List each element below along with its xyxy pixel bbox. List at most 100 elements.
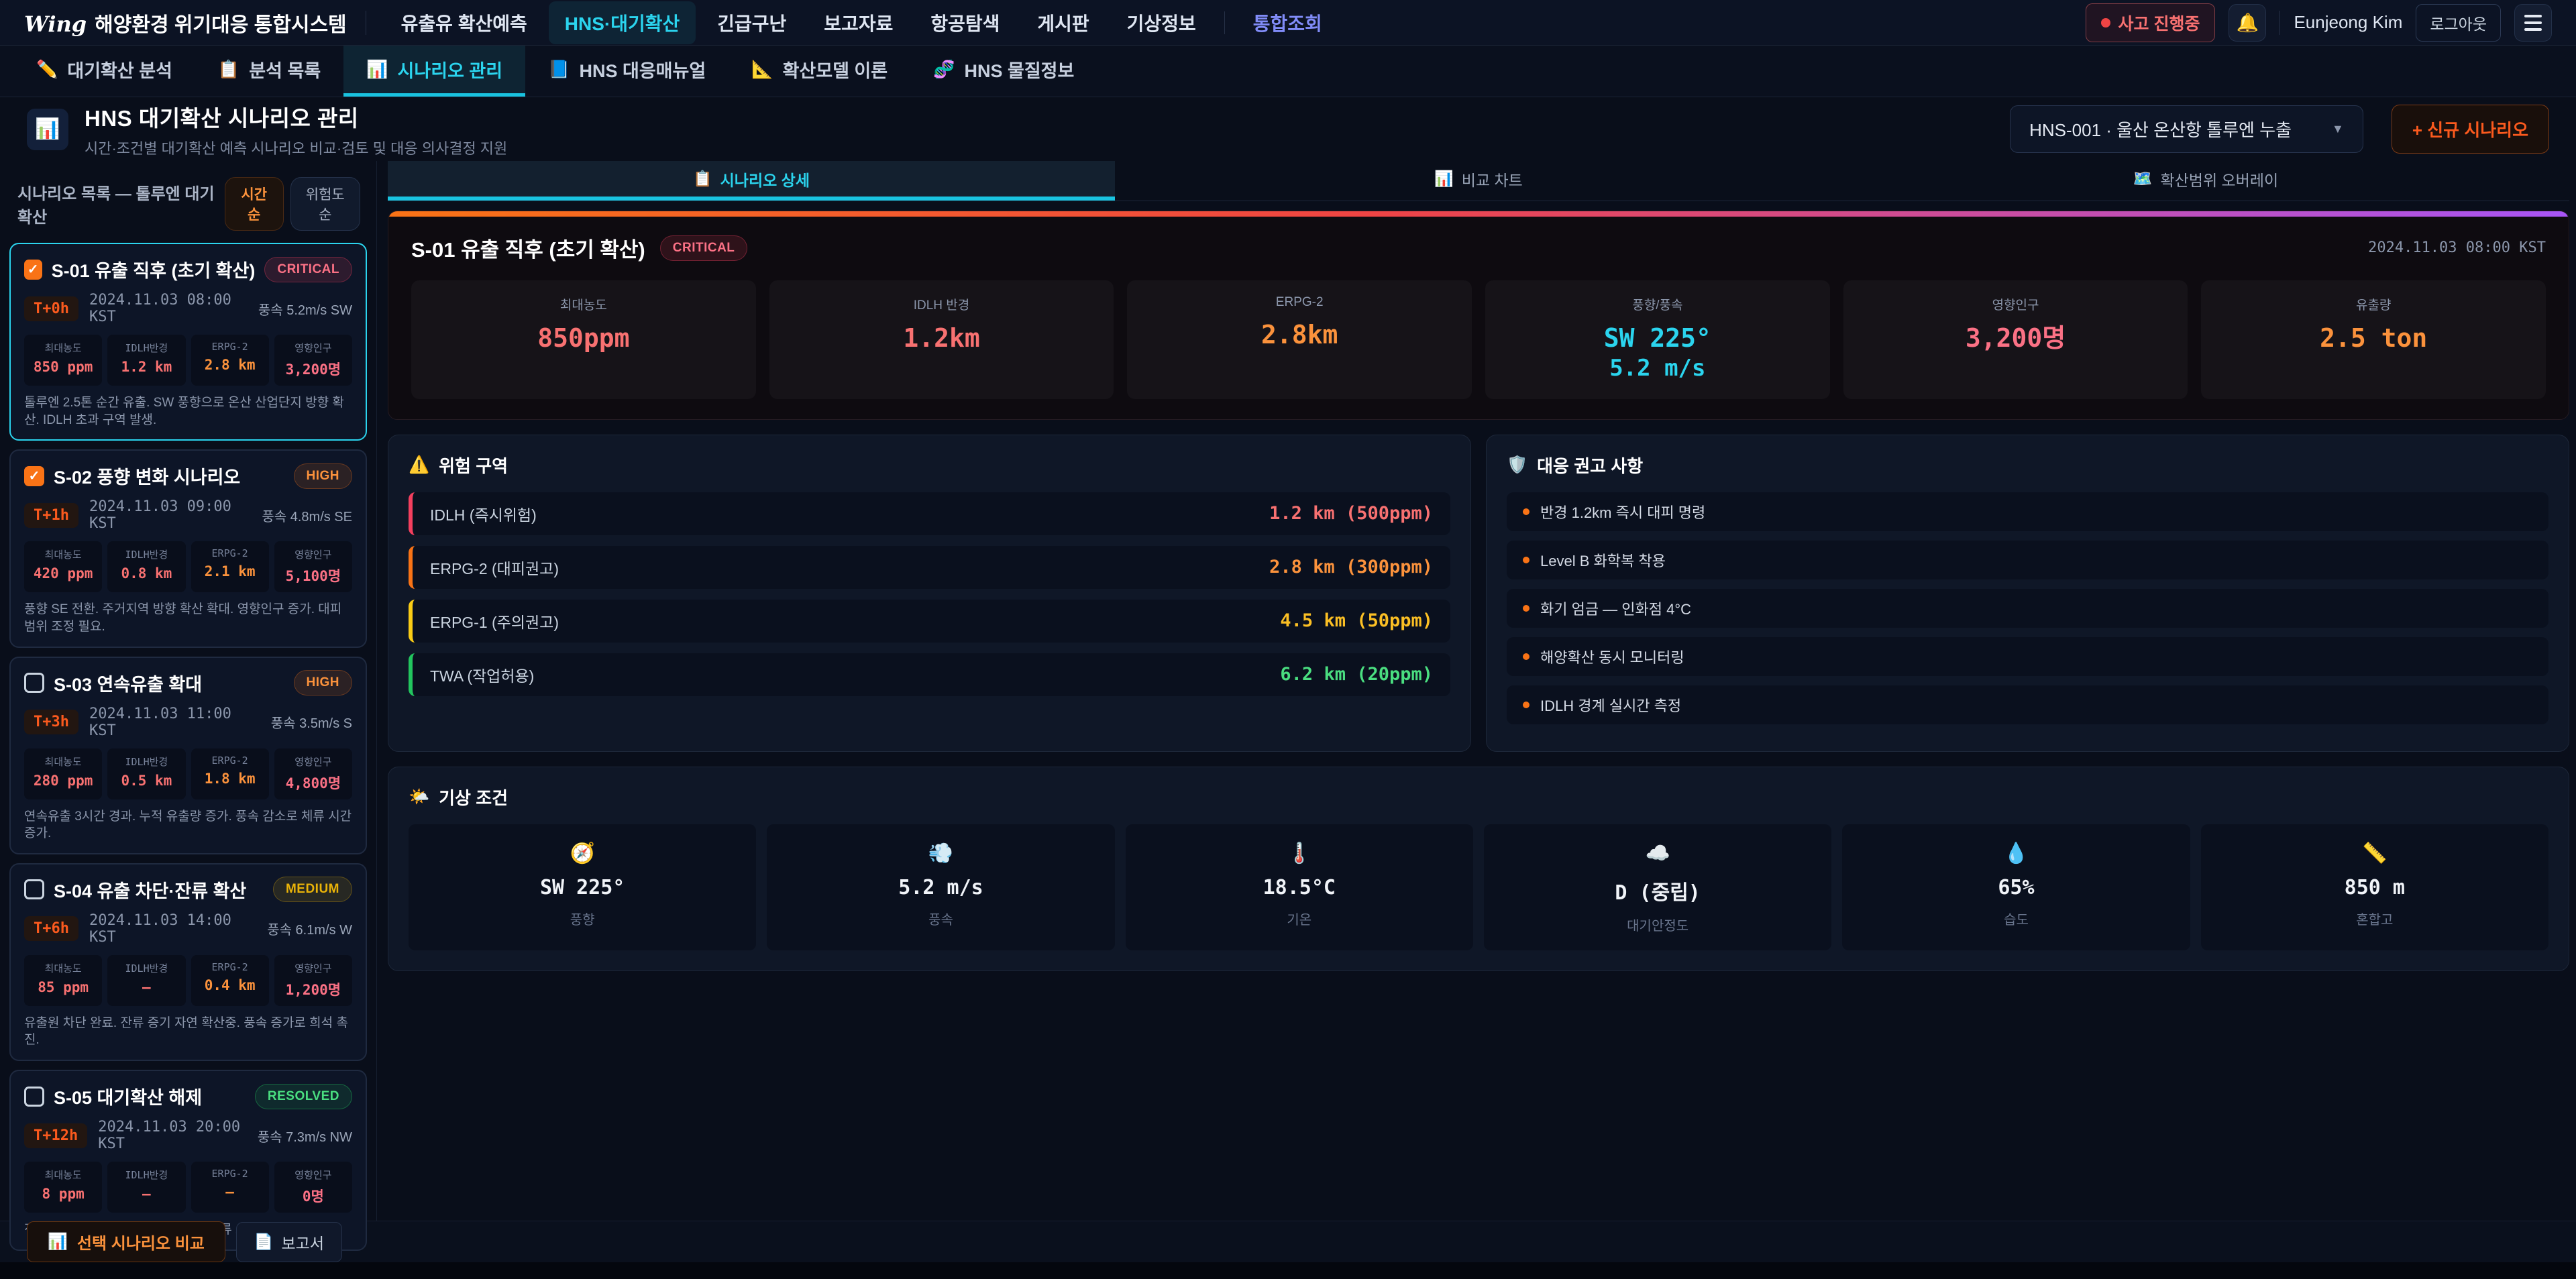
app-logo: Wing 해양환경 위기대응 통합시스템 [24, 8, 347, 38]
droplet-icon: 💧 [1847, 842, 2184, 865]
mini-stat: 최대농도280 ppm [24, 748, 102, 799]
nav-board[interactable]: 게시판 [1021, 1, 1105, 44]
menu-button[interactable] [2514, 4, 2552, 42]
detail-stat-max-concentration: 최대농도 850ppm [411, 280, 756, 399]
weather-panel: 🌤️ 기상 조건 🧭 SW 225° 풍향 💨 5.2 m/s 풍속 🌡️ 18… [388, 767, 2569, 971]
zone-row-erpg2: ERPG-2 (대피권고) 2.8 km (300ppm) [409, 546, 1450, 589]
page-title: HNS 대기확산 시나리오 관리 [85, 101, 1994, 133]
bullet-icon [1523, 557, 1529, 563]
tab-compare-chart[interactable]: 📊 비교 차트 [1115, 161, 1842, 201]
top-bar: Wing 해양환경 위기대응 통합시스템 유출유 확산예측 HNS·대기확산 긴… [0, 0, 2576, 46]
checkbox-unchecked[interactable] [24, 879, 44, 899]
mini-stat: 영향인구5,100명 [274, 541, 352, 592]
sidebar-title: 시나리오 목록 — 톨루엔 대기확산 [17, 180, 225, 227]
logo-mark: Wing [24, 11, 87, 37]
weather-temperature: 🌡️ 18.5°C 기온 [1126, 824, 1473, 950]
bar-chart-icon: 📊 [1434, 170, 1454, 188]
scenario-card-s02[interactable]: ✓ S-02 풍향 변화 시나리오 HIGH T+1h 2024.11.03 0… [9, 449, 367, 647]
detail-stat-idlh-radius: IDLH 반경 1.2km [769, 280, 1114, 399]
scenario-wind: 풍속 4.8m/s SE [262, 506, 352, 525]
severity-badge: CRITICAL [264, 257, 352, 282]
nav-rescue[interactable]: 긴급구난 [701, 1, 802, 44]
gradient-accent-bar [388, 211, 2569, 217]
zone-row-idlh: IDLH (즉시위험) 1.2 km (500ppm) [409, 492, 1450, 535]
detail-datetime: 2024.11.03 08:00 KST [2368, 239, 2546, 256]
recommendation-item: IDLH 경계 실시간 측정 [1507, 685, 2548, 724]
danger-zones-title: 위험 구역 [439, 453, 508, 478]
weather-wind-speed: 💨 5.2 m/s 풍속 [767, 824, 1114, 950]
scenario-card-s03[interactable]: S-03 연속유출 확대 HIGH T+3h 2024.11.03 11:00 … [9, 657, 367, 854]
subtab-manual[interactable]: 📘 HNS 대응매뉴얼 [525, 46, 729, 97]
subtab-substance[interactable]: 🧬 HNS 물질정보 [910, 46, 1097, 97]
time-offset-badge: T+6h [24, 916, 78, 941]
sort-by-risk-button[interactable]: 위험도순 [290, 177, 360, 231]
tab-scenario-detail[interactable]: 📋 시나리오 상세 [388, 161, 1115, 201]
nav-reports[interactable]: 보고자료 [808, 1, 909, 44]
time-offset-badge: T+1h [24, 503, 78, 528]
scenario-card-s01[interactable]: ✓ S-01 유출 직후 (초기 확산) CRITICAL T+0h 2024.… [9, 243, 367, 441]
incident-status-badge: 사고 진행중 [2086, 3, 2216, 42]
time-offset-badge: T+3h [24, 710, 78, 734]
checkbox-checked[interactable]: ✓ [24, 260, 42, 280]
detail-stat-spill-amount: 유출량 2.5 ton [2201, 280, 2546, 399]
tab-dispersion-overlay[interactable]: 🗺️ 확산범위 오버레이 [1842, 161, 2569, 201]
zone-row-twa: TWA (작업허용) 6.2 km (20ppm) [409, 653, 1450, 696]
mini-stat: IDLH반경— [107, 1162, 185, 1213]
compare-scenarios-button[interactable]: 📊 선택 시나리오 비교 [27, 1221, 225, 1262]
scenario-description: 연속유출 3시간 경과. 누적 유출량 증가. 풍속 감소로 체류 시간 증가. [24, 808, 352, 842]
recommendation-item: Level B 화학복 착용 [1507, 541, 2548, 579]
nav-aerial[interactable]: 항공탐색 [914, 1, 1016, 44]
nav-weather[interactable]: 기상정보 [1111, 1, 1212, 44]
checkbox-unchecked[interactable] [24, 1087, 44, 1107]
nav-spill[interactable]: 유출유 확산예측 [385, 1, 543, 44]
scenario-card-s04[interactable]: S-04 유출 차단·잔류 확산 MEDIUM T+6h 2024.11.03 … [9, 863, 367, 1061]
scenario-title: S-05 대기확산 해제 [54, 1083, 246, 1109]
sort-by-time-button[interactable]: 시간순 [225, 177, 284, 231]
mini-stat: 영향인구3,200명 [274, 335, 352, 386]
nav-hns[interactable]: HNS·대기확산 [549, 1, 696, 44]
ruler-icon: 📐 [751, 59, 773, 80]
scenario-sidebar: 시나리오 목록 — 톨루엔 대기확산 시간순 위험도순 ✓ S-01 유출 직후… [0, 161, 377, 1221]
checkbox-unchecked[interactable] [24, 673, 44, 693]
chevron-down-icon: ▼ [2332, 122, 2344, 136]
report-button[interactable]: 📄 보고서 [236, 1222, 342, 1262]
subtab-list[interactable]: 📋 분석 목록 [195, 46, 343, 97]
status-dot-icon [2101, 18, 2110, 27]
recommendation-item: 해양확산 동시 모니터링 [1507, 637, 2548, 676]
mini-stat: 최대농도420 ppm [24, 541, 102, 592]
divider [2279, 11, 2280, 35]
footer-bar: 📊 선택 시나리오 비교 📄 보고서 [0, 1221, 2576, 1262]
weather-mixing-height: 📏 850 m 혼합고 [2201, 824, 2548, 950]
time-offset-badge: T+12h [24, 1123, 87, 1148]
notification-button[interactable]: 🔔 [2229, 4, 2266, 42]
mini-stat: ERPG-2— [191, 1162, 269, 1213]
page-chart-icon: 📊 [27, 109, 68, 150]
checkbox-checked[interactable]: ✓ [24, 466, 44, 486]
thermometer-icon: 🌡️ [1131, 842, 1468, 865]
new-scenario-button[interactable]: + 신규 시나리오 [2392, 105, 2549, 154]
user-name: Eunjeong Kim [2294, 12, 2402, 33]
subtab-scenario[interactable]: 📊 시나리오 관리 [343, 46, 525, 97]
logout-button[interactable]: 로그아웃 [2416, 4, 2501, 42]
subtab-theory[interactable]: 📐 확산모델 이론 [729, 46, 910, 97]
weather-humidity: 💧 65% 습도 [1842, 824, 2190, 950]
detail-stat-population: 영향인구 3,200명 [1843, 280, 2188, 399]
weather-title: 기상 조건 [439, 785, 508, 810]
zone-row-erpg1: ERPG-1 (주의권고) 4.5 km (50ppm) [409, 600, 1450, 643]
main-tabs: 📋 시나리오 상세 📊 비교 차트 🗺️ 확산범위 오버레이 [388, 161, 2569, 201]
severity-badge: RESOLVED [255, 1084, 352, 1109]
mini-stat: IDLH반경— [107, 955, 185, 1006]
incident-select[interactable]: HNS-001 · 울산 온산항 톨루엔 누출 ▼ [2010, 105, 2363, 153]
scenario-description: 풍향 SE 전환. 주거지역 방향 확산 확대. 영향인구 증가. 대피 범위 … [24, 601, 352, 635]
mini-stat: ERPG-22.1 km [191, 541, 269, 592]
danger-zones-panel: ⚠️ 위험 구역 IDLH (즉시위험) 1.2 km (500ppm) ERP… [388, 435, 1471, 752]
subtab-analysis[interactable]: ✏️ 대기확산 분석 [13, 46, 195, 97]
nav-integrated[interactable]: 통합조회 [1237, 1, 1338, 44]
pencil-icon: ✏️ [36, 59, 58, 80]
sub-nav: ✏️ 대기확산 분석 📋 분석 목록 📊 시나리오 관리 📘 HNS 대응매뉴얼… [0, 46, 2576, 97]
recommendations-title: 대응 권고 사항 [1537, 453, 1643, 478]
weather-wind-direction: 🧭 SW 225° 풍향 [409, 824, 756, 950]
bell-icon: 🔔 [2237, 12, 2259, 34]
scenario-title: S-02 풍향 변화 시나리오 [54, 463, 284, 489]
mini-stat: IDLH반경0.5 km [107, 748, 185, 799]
